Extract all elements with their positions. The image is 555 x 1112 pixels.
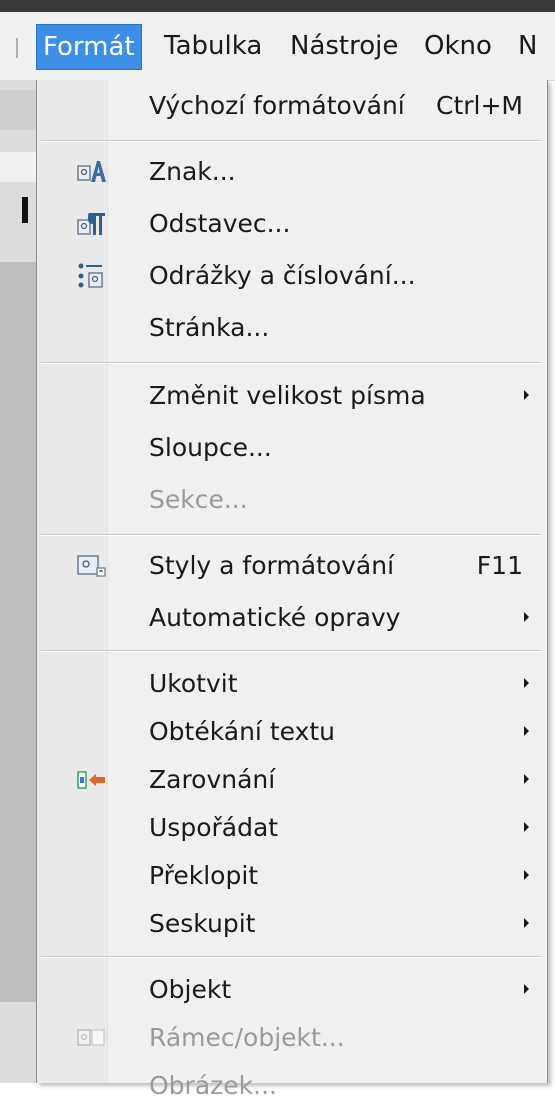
submenu-arrow-icon [524,822,529,832]
menu-separator [41,534,541,536]
menu-separator [41,362,541,364]
menu-item-label: Automatické opravy [149,603,401,632]
page-margin-remnant [0,262,36,1002]
menu-item-bullets-numbering[interactable]: Odrážky a číslování... [37,250,547,302]
paragraph-format-icon [77,210,107,238]
menu-item-columns[interactable]: Sloupce... [37,422,547,474]
submenu-arrow-icon [524,726,529,736]
menu-item-label: Obrázek... [149,1071,277,1100]
menu-item-paragraph[interactable]: Odstavec... [37,198,547,250]
menu-item-sections[interactable]: Sekce... [37,474,547,526]
menu-item-alignment[interactable]: Zarovnání [37,754,547,806]
toolbar-remnant [0,90,36,130]
menu-item-label: Ukotvit [149,669,238,698]
submenu-arrow-icon [524,984,529,994]
submenu-arrow-icon [524,612,529,622]
menu-item-label: Objekt [149,975,232,1004]
menubar-next[interactable]: N [512,26,543,66]
frame-object-icon [77,1024,107,1052]
menu-item-label: Stránka... [149,313,270,342]
menu-item-label: Uspořádat [149,813,279,842]
menu-item-label: Překlopit [149,861,259,890]
menu-item-arrange[interactable]: Uspořádat [37,802,547,854]
menu-item-autocorrect[interactable]: Automatické opravy [37,592,547,644]
menu-item-label: Obtékání textu [149,717,336,746]
menu-bar: Formát Tabulka Nástroje Okno N [0,12,555,81]
menu-separator [41,140,541,142]
menu-item-group[interactable]: Seskupit [37,898,547,950]
toolbar-remnant [0,152,36,182]
menubar-format[interactable]: Formát [36,24,142,70]
window-titlebar-edge [0,0,555,12]
submenu-arrow-icon [524,774,529,784]
menu-item-object[interactable]: Objekt [37,964,547,1016]
menu-item-label: Odstavec... [149,209,291,238]
menu-item-label: Změnit velikost písma [149,381,426,410]
menu-item-character[interactable]: Znak... [37,146,547,198]
menu-item-text-wrap[interactable]: Obtékání textu [37,706,547,758]
menu-item-change-font-size[interactable]: Změnit velikost písma [37,370,547,422]
document-background [0,12,36,1083]
menu-item-label: Výchozí formátování [149,91,405,120]
menu-item-label: Znak... [149,157,236,186]
menu-item-label: Styly a formátování [149,551,395,580]
menu-item-shortcut: Ctrl+M [436,91,523,120]
menu-item-styles-formatting[interactable]: Styly a formátování F11 [37,540,547,592]
menu-item-image[interactable]: Obrázek... [37,1060,547,1112]
menubar-separator [16,38,18,58]
menu-item-frame-object[interactable]: Rámec/objekt... [37,1012,547,1064]
menu-item-label: Seskupit [149,909,256,938]
format-menu: Výchozí formátování Ctrl+M Znak... Odsta… [36,80,548,1100]
bullets-numbering-icon [77,262,107,290]
menubar-tools[interactable]: Nástroje [284,26,404,66]
menu-separator [41,650,541,652]
menu-item-label: Odrážky a číslování... [149,261,416,290]
menu-item-flip[interactable]: Překlopit [37,850,547,902]
menu-separator [41,956,541,958]
submenu-arrow-icon [524,390,529,400]
styles-formatting-icon [77,552,107,580]
menu-item-shortcut: F11 [476,551,523,580]
menu-item-label: Sloupce... [149,433,272,462]
alignment-icon [77,766,107,794]
ruler-marker [22,197,28,223]
submenu-arrow-icon [524,870,529,880]
menu-item-label: Sekce... [149,485,248,514]
menu-item-anchor[interactable]: Ukotvit [37,658,547,710]
menu-item-default-formatting[interactable]: Výchozí formátování Ctrl+M [37,80,547,132]
menu-item-label: Rámec/objekt... [149,1023,345,1052]
menu-item-label: Zarovnání [149,765,276,794]
submenu-arrow-icon [524,678,529,688]
menubar-table[interactable]: Tabulka [158,26,268,66]
menu-item-page[interactable]: Stránka... [37,302,547,354]
submenu-arrow-icon [524,918,529,928]
menubar-window[interactable]: Okno [418,26,498,66]
character-format-icon [77,158,107,186]
